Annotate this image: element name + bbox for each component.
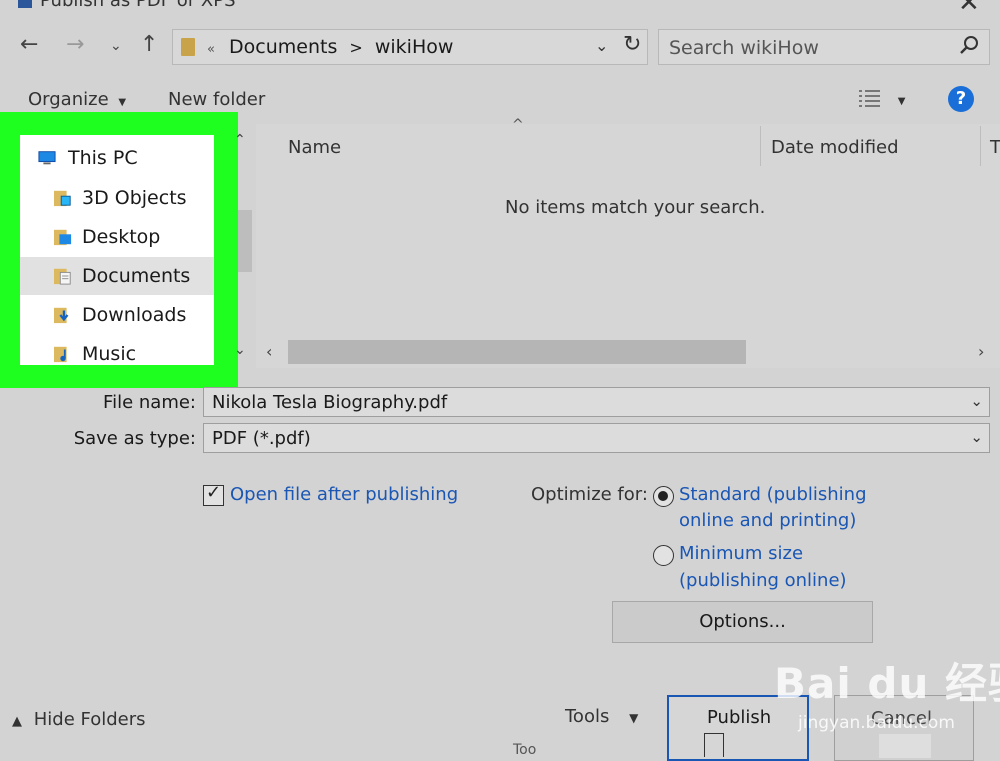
documents-folder-icon	[54, 268, 71, 285]
recent-locations-button[interactable]: ⌄	[110, 38, 122, 54]
optimize-for-label: Optimize for:	[531, 484, 648, 505]
tools-menu[interactable]: Tools ▼	[565, 706, 638, 727]
pc-icon	[38, 151, 56, 165]
radio-minimum-label-line2[interactable]: (publishing online)	[679, 570, 847, 591]
arrow-left-icon: ←	[20, 32, 39, 57]
button-overlay	[704, 733, 724, 757]
column-header-type[interactable]: T	[990, 137, 1000, 158]
file-list[interactable]	[256, 124, 1000, 368]
3d-objects-folder-icon	[54, 190, 71, 207]
publish-label: Publish	[707, 707, 772, 728]
radio-standard-label-line1[interactable]: Standard (publishing	[679, 484, 867, 505]
dropdown-caret-icon: ▼	[897, 96, 906, 107]
save-as-type-select[interactable]: PDF (*.pdf) ⌄	[203, 423, 990, 453]
breadcrumb-overflow[interactable]: «	[207, 42, 215, 57]
nav-item-label: Desktop	[82, 226, 161, 248]
nav-item-3d-objects[interactable]: 3D Objects	[20, 179, 214, 217]
nav-item-label: Music	[82, 343, 137, 365]
dropdown-caret-icon: ▼	[629, 711, 639, 725]
nav-item-music[interactable]: Music	[20, 335, 214, 365]
nav-item-this-pc[interactable]: This PC	[20, 139, 214, 177]
close-icon[interactable]: ✕	[958, 0, 980, 14]
address-bar[interactable]: « Documents > wikiHow ⌄ ↻	[172, 29, 648, 65]
breadcrumb-item-wikihow[interactable]: wikiHow	[375, 36, 454, 58]
search-input[interactable]: Search wikiHow	[669, 37, 819, 59]
save-as-type-label: Save as type:	[73, 428, 196, 449]
sort-ascending-icon: ^	[512, 117, 524, 133]
button-overlay	[879, 734, 931, 758]
options-button[interactable]: Options...	[612, 601, 873, 643]
view-options-icon	[859, 90, 880, 107]
radio-selected-dot	[658, 491, 668, 501]
hide-folders-label: Hide Folders	[33, 709, 146, 730]
empty-message: No items match your search.	[505, 197, 766, 218]
column-divider[interactable]	[760, 126, 761, 166]
column-header-date-modified[interactable]: Date modified	[771, 137, 899, 158]
radio-minimum-label-line1[interactable]: Minimum size	[679, 543, 803, 564]
breadcrumb-item-documents[interactable]: Documents	[229, 36, 337, 58]
column-header-name[interactable]: Name	[288, 137, 341, 158]
folder-icon	[181, 38, 195, 56]
view-options-button[interactable]: ▼	[858, 88, 905, 115]
forward-button[interactable]: →	[66, 32, 84, 57]
breadcrumb[interactable]: « Documents > wikiHow	[207, 36, 453, 58]
save-as-type-value[interactable]: PDF (*.pdf)	[212, 428, 311, 449]
music-folder-icon	[54, 346, 67, 363]
up-button[interactable]: ↑	[140, 32, 158, 57]
scroll-up-icon[interactable]: ⌃	[234, 132, 246, 148]
chevron-down-icon[interactable]: ⌄	[970, 392, 983, 410]
nav-item-downloads[interactable]: Downloads	[20, 296, 214, 334]
radio-minimum-size[interactable]	[653, 545, 674, 566]
desktop-folder-icon	[54, 229, 72, 246]
scroll-right-icon[interactable]: ›	[978, 342, 984, 361]
baidu-watermark: Bai du 经验	[774, 659, 1000, 708]
refresh-icon[interactable]: ↻	[623, 32, 641, 57]
nav-item-label: 3D Objects	[82, 187, 187, 209]
file-name-label: File name:	[103, 392, 196, 413]
word-app-icon	[18, 0, 32, 8]
nav-item-label: Downloads	[82, 304, 187, 326]
search-box[interactable]: Search wikiHow	[658, 29, 990, 65]
nav-item-label: Documents	[82, 265, 191, 287]
organize-label: Organize	[28, 89, 109, 110]
file-name-value[interactable]: Nikola Tesla Biography.pdf	[212, 392, 447, 413]
back-button[interactable]: ←	[20, 32, 38, 57]
file-name-field[interactable]: Nikola Tesla Biography.pdf ⌄	[203, 387, 990, 417]
radio-standard-label-line2[interactable]: online and printing)	[679, 510, 856, 531]
checkmark-icon: ✓	[206, 482, 222, 503]
chevron-up-icon: ▲	[12, 714, 22, 729]
horizontal-scrollbar-thumb[interactable]	[288, 340, 746, 364]
downloads-folder-icon	[54, 307, 69, 324]
tools-label: Tools	[565, 706, 610, 727]
stray-text: Too	[513, 742, 537, 758]
chevron-down-icon[interactable]: ⌄	[970, 428, 983, 446]
scroll-left-icon[interactable]: ‹	[266, 342, 272, 361]
nav-pane: This PC 3D Objects Desktop Documents Dow…	[20, 135, 214, 365]
dropdown-caret-icon: ▼	[118, 97, 127, 108]
nav-pane-scrollbar-thumb[interactable]	[238, 210, 252, 272]
breadcrumb-separator: >	[349, 38, 363, 57]
chevron-down-icon: ⌄	[110, 38, 122, 54]
chevron-down-icon[interactable]: ⌄	[595, 36, 608, 55]
search-icon[interactable]	[957, 34, 981, 58]
organize-menu[interactable]: Organize ▼	[28, 89, 126, 110]
arrow-up-icon: ↑	[140, 32, 159, 57]
open-after-publishing-label[interactable]: Open file after publishing	[230, 484, 458, 505]
radio-standard[interactable]	[653, 486, 674, 507]
baidu-watermark-url: jingyan.baidu.com	[798, 713, 955, 733]
nav-item-desktop[interactable]: Desktop	[20, 218, 214, 256]
window-title: Publish as PDF or XPS	[40, 0, 236, 11]
new-folder-button[interactable]: New folder	[168, 89, 265, 110]
scroll-down-icon[interactable]: ⌄	[234, 342, 246, 358]
hide-folders-button[interactable]: ▲ Hide Folders	[12, 709, 146, 730]
nav-item-label: This PC	[68, 147, 138, 169]
title-bar: Publish as PDF or XPS ✕	[0, 0, 1000, 14]
arrow-right-icon: →	[66, 32, 85, 57]
nav-item-documents[interactable]: Documents	[20, 257, 214, 295]
help-button[interactable]: ?	[948, 86, 974, 112]
column-divider[interactable]	[980, 126, 981, 166]
